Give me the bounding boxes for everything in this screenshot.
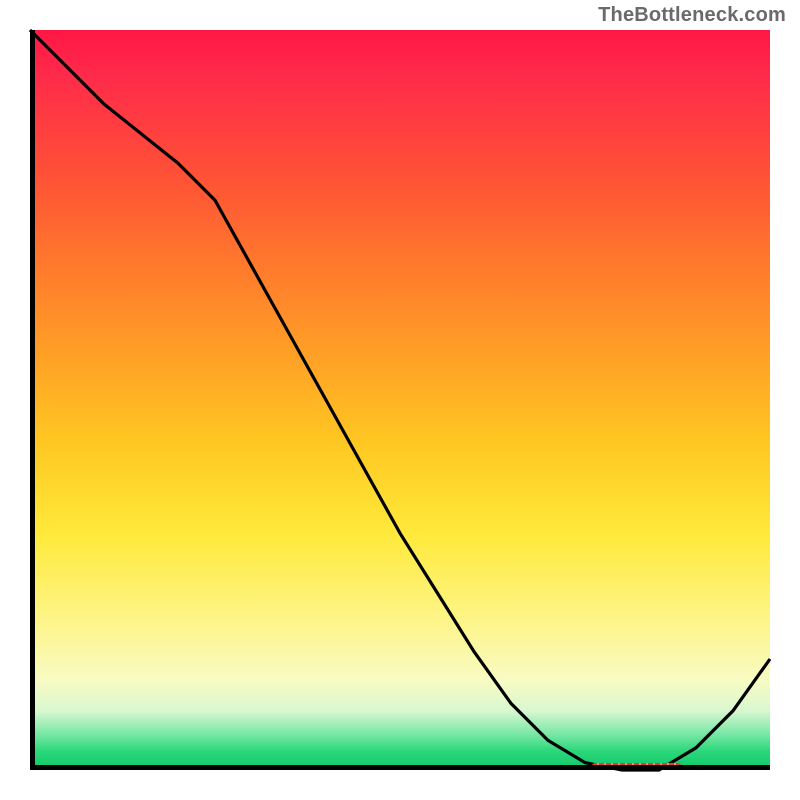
chart-plot-area (30, 30, 770, 770)
x-axis (30, 765, 770, 770)
bottleneck-curve (30, 30, 770, 770)
attribution-text: TheBottleneck.com (598, 4, 786, 27)
y-axis (30, 30, 35, 770)
